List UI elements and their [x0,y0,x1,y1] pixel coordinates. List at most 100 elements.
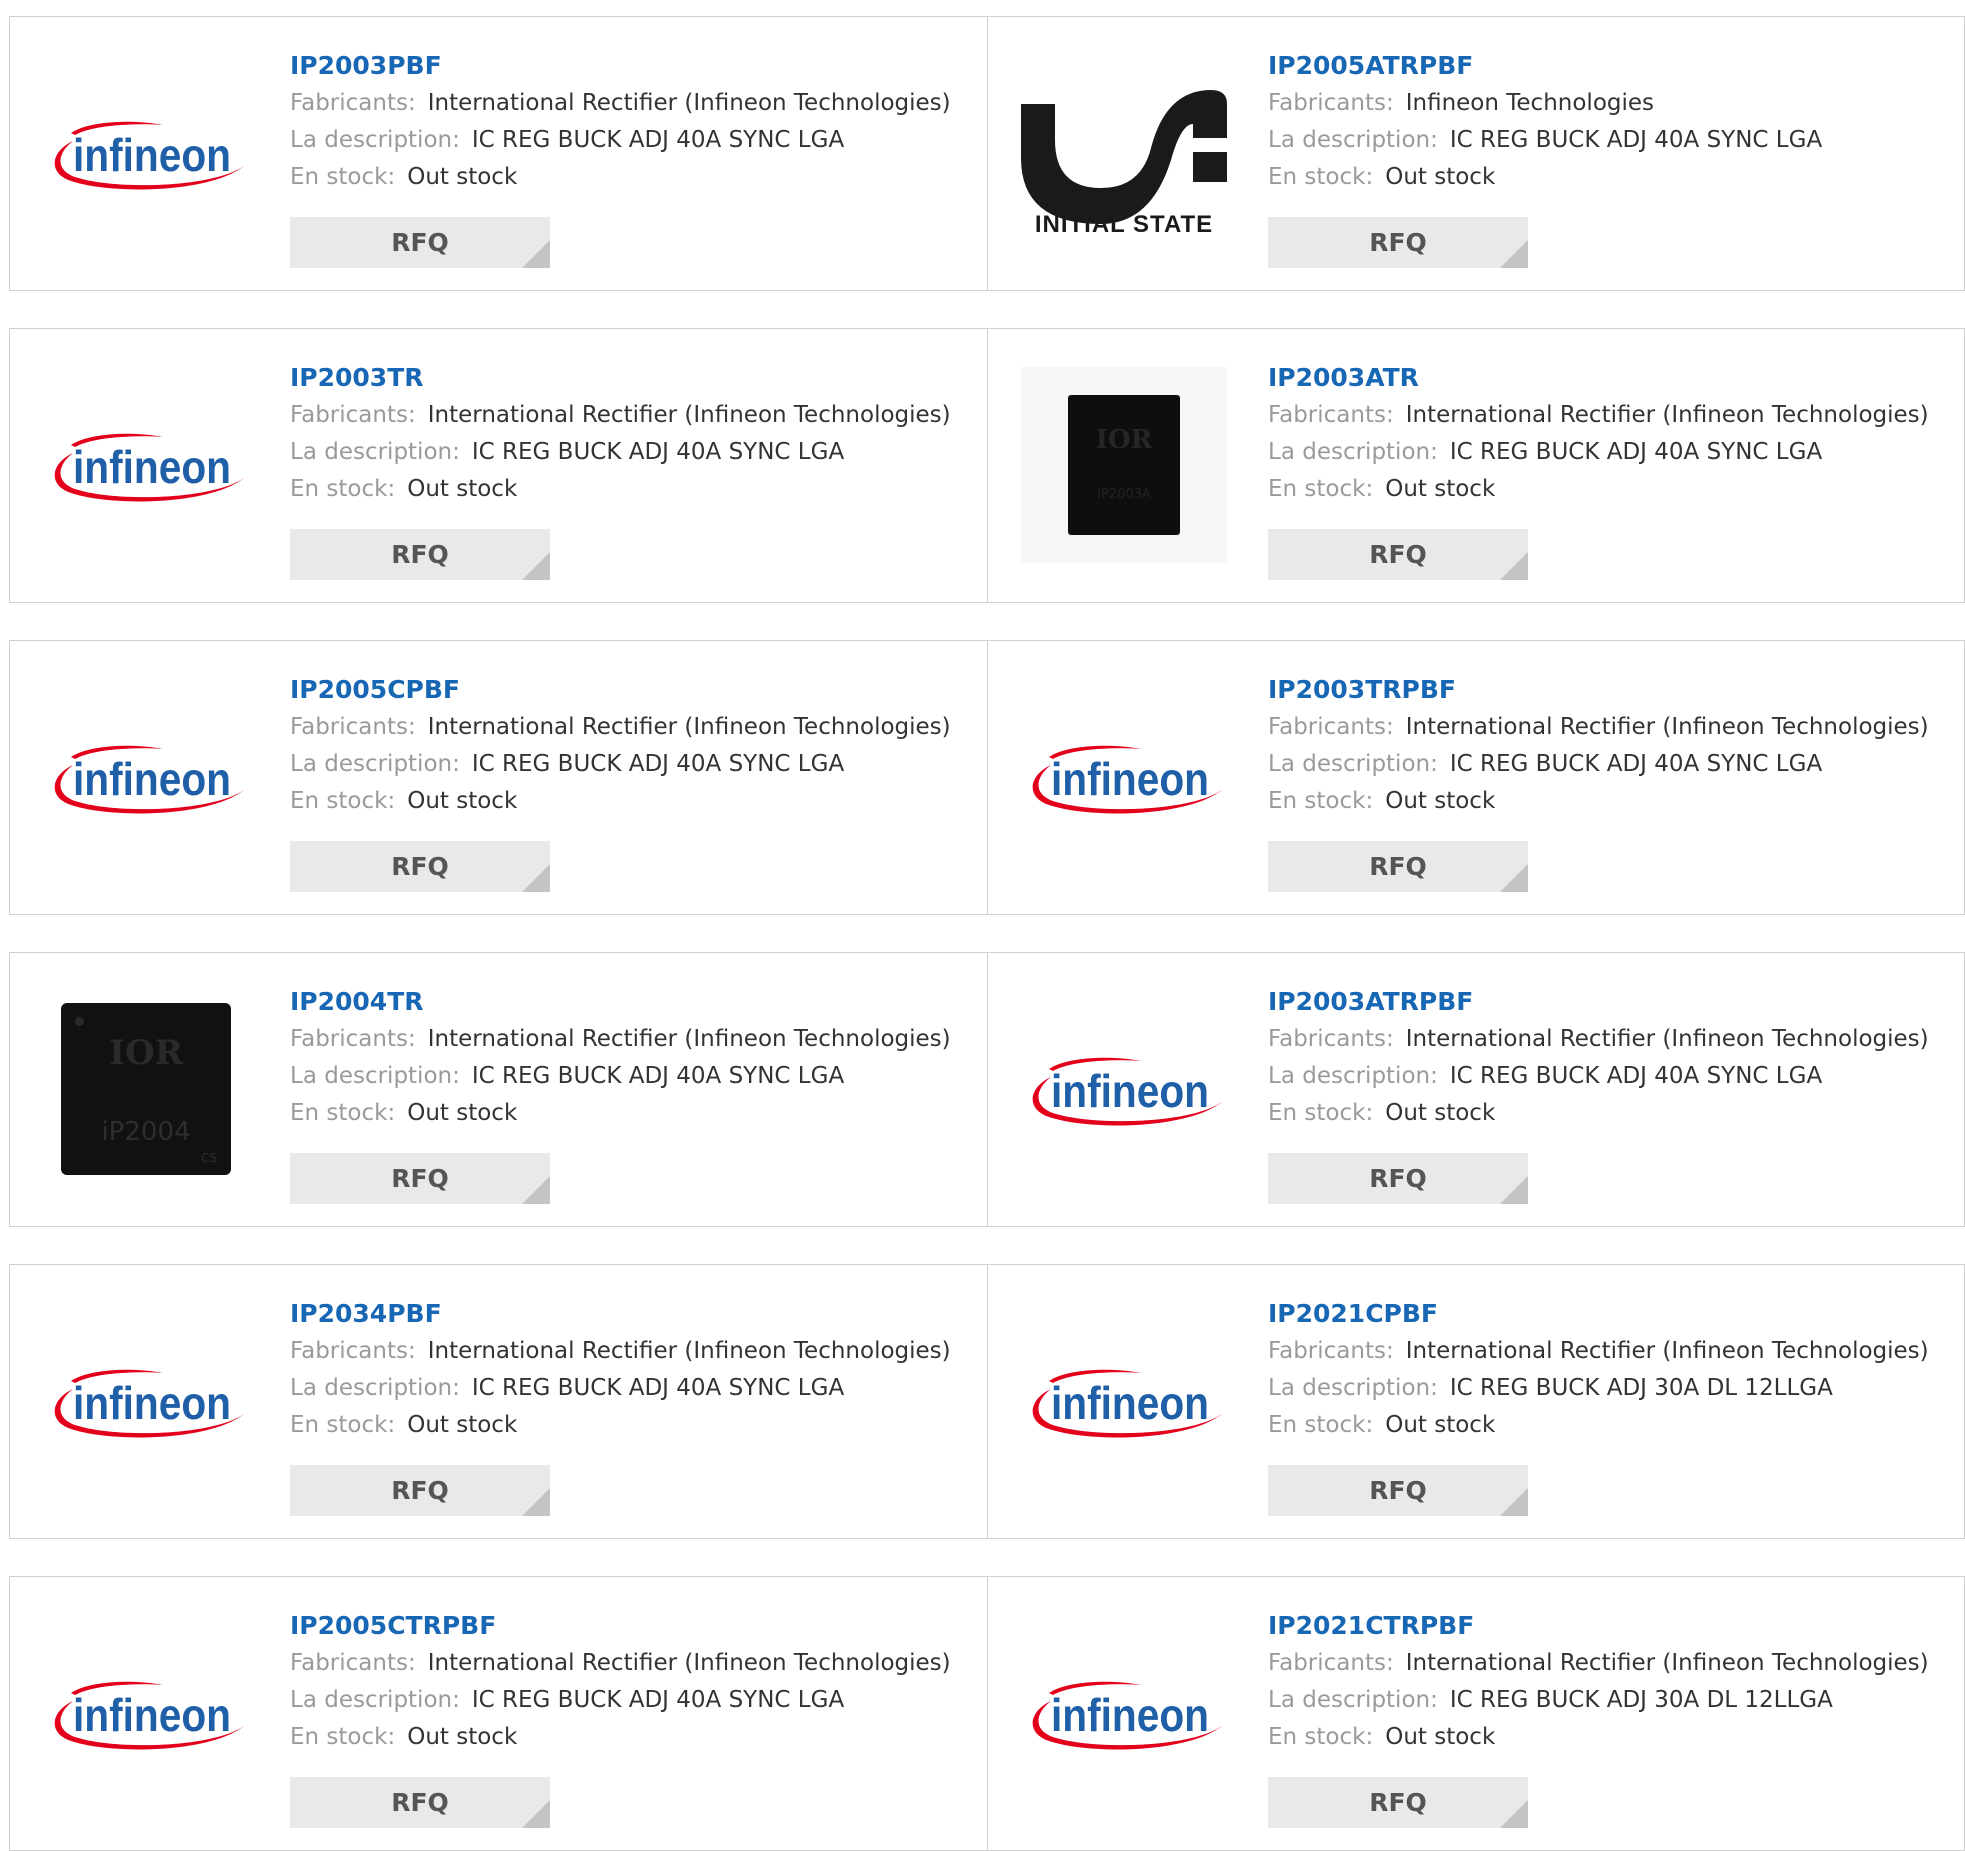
description-value: IC REG BUCK ADJ 30A DL 12LLGA [1449,1687,1833,1713]
rfq-label: RFQ [391,540,449,569]
part-number-link[interactable]: IP2003TRPBF [1268,671,1456,709]
stock-value: Out stock [1385,788,1496,814]
rfq-button[interactable]: RFQ [1268,217,1528,268]
infineon-logo[interactable]: infineon [1021,1351,1227,1451]
manufacturer-value: International Rectifier (Infineon Techno… [427,1650,951,1676]
rfq-label: RFQ [391,1476,449,1505]
rfq-button[interactable]: RFQ [290,1777,550,1828]
rfq-button[interactable]: RFQ [1268,1465,1528,1516]
rfq-button[interactable]: RFQ [290,1465,550,1516]
stock-label: En stock: [1268,1412,1374,1438]
product-thumbnail[interactable]: infineon [1021,991,1227,1187]
manufacturer-label: Fabricants: [290,1650,416,1676]
manufacturer-line: Fabricants: International Rectifier (Infi… [1268,1645,1954,1682]
stock-label: En stock: [290,1100,396,1126]
product-thumbnail[interactable]: infineon [1021,1303,1227,1499]
description-value: IC REG BUCK ADJ 40A SYNC LGA [1449,1063,1823,1089]
rfq-label: RFQ [391,1788,449,1817]
svg-text:infineon: infineon [1051,1377,1209,1429]
part-number-link[interactable]: IP2003PBF [290,47,442,85]
description-line: La description: IC REG BUCK ADJ 40A SYNC … [1268,746,1954,783]
product-thumbnail[interactable]: IOR iP2004 CS [43,991,249,1187]
rfq-corner-decoration [522,1800,550,1828]
product-card: IOR IP2003A IP2003ATR Fabricants: Internat… [988,329,1964,602]
product-thumbnail[interactable]: infineon [43,1615,249,1811]
infineon-logo[interactable]: infineon [43,1663,249,1763]
infineon-logo[interactable]: infineon [43,727,249,827]
rfq-corner-decoration [522,240,550,268]
infineon-logo[interactable]: infineon [1021,727,1227,827]
part-number-link[interactable]: IP2003ATRPBF [1268,983,1473,1021]
product-card: infineon IP2005CPBF Fabricants: Internatio… [10,641,988,914]
stock-line: En stock: Out stock [290,1719,977,1756]
stock-value: Out stock [407,1100,518,1126]
manufacturer-label: Fabricants: [1268,1026,1394,1052]
rfq-button[interactable]: RFQ [1268,1777,1528,1828]
manufacturer-value: International Rectifier (Infineon Techno… [1405,402,1929,428]
rfq-label: RFQ [391,1164,449,1193]
description-line: La description: IC REG BUCK ADJ 40A SYNC … [1268,1058,1954,1095]
product-card: INITIAL STATE IP2005ATRPBF Fabricants: Inf… [988,17,1964,290]
infineon-logo[interactable]: infineon [1021,1663,1227,1763]
part-number-link[interactable]: IP2003TR [290,359,424,397]
description-value: IC REG BUCK ADJ 40A SYNC LGA [471,439,845,465]
rfq-button[interactable]: RFQ [1268,1153,1528,1204]
part-number-link[interactable]: IP2021CTRPBF [1268,1607,1474,1645]
product-thumbnail[interactable]: infineon [43,55,249,251]
description-label: La description: [1268,1063,1438,1089]
part-number-link[interactable]: IP2034PBF [290,1295,442,1333]
manufacturer-value: International Rectifier (Infineon Techno… [427,1338,951,1364]
product-card: infineon IP2003PBF Fabricants: Internation… [10,17,988,290]
product-row: infineon IP2005CTRPBF Fabricants: Internat… [9,1576,1965,1851]
description-line: La description: IC REG BUCK ADJ 40A SYNC … [290,122,977,159]
manufacturer-line: Fabricants: International Rectifier (Infi… [290,709,977,746]
chip-image[interactable]: IOR iP2004 CS [43,991,249,1187]
stock-line: En stock: Out stock [1268,1095,1954,1132]
chip-image[interactable]: IOR IP2003A [1021,367,1227,563]
rfq-corner-decoration [522,1488,550,1516]
rfq-button[interactable]: RFQ [290,529,550,580]
rfq-button[interactable]: RFQ [1268,529,1528,580]
part-number-link[interactable]: IP2021CPBF [1268,1295,1438,1333]
infineon-logo[interactable]: infineon [43,103,249,203]
rfq-corner-decoration [1500,1176,1528,1204]
svg-text:infineon: infineon [73,753,231,805]
product-thumbnail[interactable]: infineon [43,679,249,875]
rfq-button[interactable]: RFQ [290,1153,550,1204]
product-thumbnail[interactable]: infineon [43,1303,249,1499]
description-label: La description: [1268,439,1438,465]
part-number-link[interactable]: IP2005CPBF [290,671,460,709]
rfq-button[interactable]: RFQ [1268,841,1528,892]
rfq-button[interactable]: RFQ [290,217,550,268]
stock-value: Out stock [1385,164,1496,190]
description-label: La description: [290,751,460,777]
product-thumbnail[interactable]: infineon [1021,1615,1227,1811]
svg-text:INITIAL STATE: INITIAL STATE [1035,211,1213,238]
svg-text:infineon: infineon [1051,1689,1209,1741]
product-thumbnail[interactable]: IOR IP2003A [1021,367,1227,563]
product-info: IP2003PBF Fabricants: International Rectif… [290,47,977,196]
rfq-label: RFQ [391,852,449,881]
product-card: infineon IP2003TR Fabricants: Internationa… [10,329,988,602]
rfq-label: RFQ [1369,1476,1427,1505]
part-number-link[interactable]: IP2005ATRPBF [1268,47,1473,85]
product-row: infineon IP2005CPBF Fabricants: Internatio… [9,640,1965,915]
manufacturer-value: International Rectifier (Infineon Techno… [427,90,951,116]
svg-text:infineon: infineon [73,1377,231,1429]
manufacturer-line: Fabricants: International Rectifier (Infi… [1268,397,1954,434]
manufacturer-line: Fabricants: International Rectifier (Infi… [290,1645,977,1682]
infineon-logo[interactable]: infineon [43,1351,249,1451]
infineon-logo[interactable]: infineon [1021,1039,1227,1139]
product-thumbnail[interactable]: INITIAL STATE [1021,55,1227,251]
product-card: IOR iP2004 CS IP2004TR Fabricants: Interna… [10,953,988,1226]
initial-state-logo[interactable]: INITIAL STATE [1021,68,1227,238]
part-number-link[interactable]: IP2003ATR [1268,359,1419,397]
rfq-corner-decoration [522,864,550,892]
rfq-corner-decoration [1500,240,1528,268]
rfq-button[interactable]: RFQ [290,841,550,892]
part-number-link[interactable]: IP2005CTRPBF [290,1607,496,1645]
part-number-link[interactable]: IP2004TR [290,983,424,1021]
product-thumbnail[interactable]: infineon [1021,679,1227,875]
infineon-logo[interactable]: infineon [43,415,249,515]
product-thumbnail[interactable]: infineon [43,367,249,563]
